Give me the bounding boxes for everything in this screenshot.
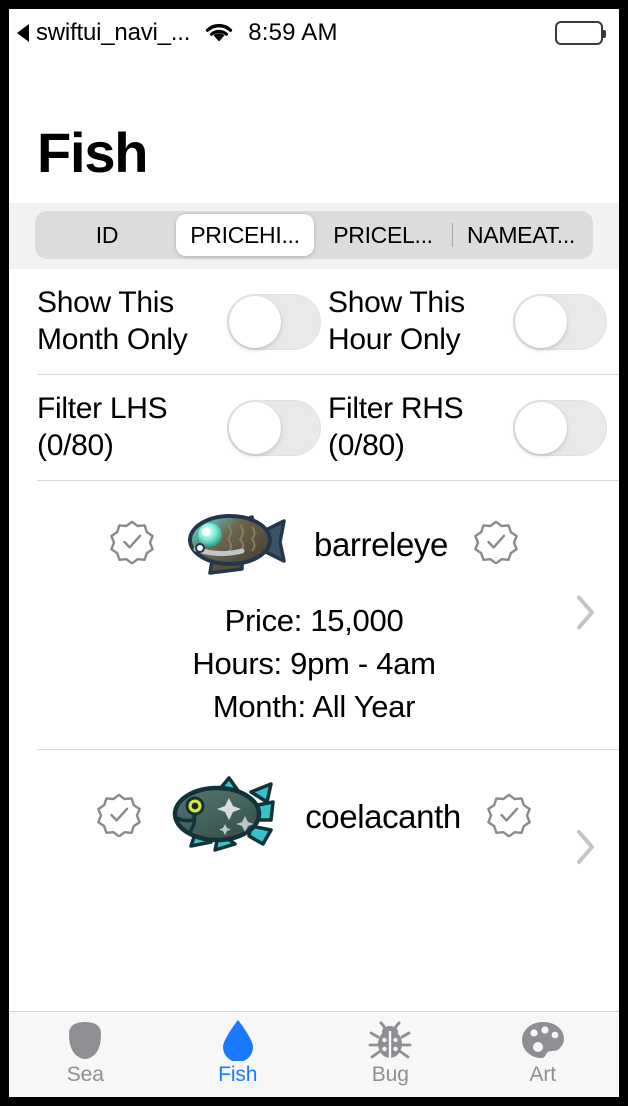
status-bar-back-link[interactable]: swiftui_navi_...: [17, 19, 190, 47]
device-frame: swiftui_navi_... 8:59 AM Fish ID PRICEHI…: [0, 0, 628, 1106]
status-bar-time: 8:59 AM: [248, 19, 338, 46]
tab-bar: Sea Fish Bug Art: [9, 1011, 619, 1097]
rosette-check-icon[interactable]: [110, 520, 154, 569]
status-bar-app-name: swiftui_navi_...: [36, 19, 191, 46]
page-title: Fish: [37, 121, 149, 184]
filter-cell-show-this-month-only: Show This Month Only: [37, 285, 328, 358]
segment-pricelo[interactable]: PRICEL...: [314, 214, 452, 256]
barreleye-fish-image: [180, 507, 288, 582]
filter-cell-filter-rhs: Filter RHS (0/80): [328, 391, 619, 464]
tab-bug[interactable]: Bug: [314, 1020, 467, 1087]
wifi-icon: [204, 22, 234, 44]
sea-creature-icon: [57, 1020, 113, 1060]
segment-pricehi[interactable]: PRICEHI...: [176, 214, 314, 256]
toggle-knob: [515, 295, 567, 348]
ladybug-icon: [368, 1020, 412, 1060]
tab-sea[interactable]: Sea: [9, 1020, 162, 1087]
battery-full-icon: [555, 21, 606, 45]
filter-rhs-label: Filter RHS (0/80): [328, 392, 464, 462]
filter-lhs-label: Filter LHS (0/80): [37, 392, 168, 462]
segment-id[interactable]: ID: [38, 214, 176, 256]
rosette-check-icon[interactable]: [474, 520, 518, 569]
title-area: Fish: [9, 57, 619, 203]
filter-rhs-toggle[interactable]: [513, 399, 607, 456]
filter-lhs-toggle[interactable]: [227, 399, 321, 456]
filter-cell-filter-lhs: Filter LHS (0/80): [37, 391, 328, 464]
back-triangle-icon: [17, 24, 29, 42]
rosette-check-icon[interactable]: [97, 793, 141, 842]
paint-palette-icon: [520, 1020, 566, 1060]
segmented-control-band: ID PRICEHI... PRICEL... NAMEAT...: [9, 203, 619, 269]
list-item-name: barreleye: [314, 525, 448, 563]
list-item-name: coelacanth: [305, 798, 461, 836]
toggle-knob: [229, 401, 281, 454]
list-item[interactable]: barreleye Price: 15,000 Hours: 9pm - 4am…: [9, 481, 619, 748]
chevron-right-icon[interactable]: [575, 828, 597, 871]
tab-label-sea: Sea: [66, 1063, 104, 1086]
app-screen: swiftui_navi_... 8:59 AM Fish ID PRICEHI…: [9, 9, 619, 1097]
tab-label-bug: Bug: [371, 1063, 409, 1086]
status-bar: swiftui_navi_... 8:59 AM: [9, 9, 619, 57]
sort-segmented-control[interactable]: ID PRICEHI... PRICEL... NAMEAT...: [35, 211, 593, 259]
water-drop-icon: [218, 1020, 258, 1061]
list-item-price: Price: 15,000: [224, 603, 404, 639]
content-scroll-area[interactable]: Show This Month Only Show This Hour Only…: [9, 269, 619, 1011]
list-item-hours: Hours: 9pm - 4am: [192, 646, 436, 682]
chevron-right-icon[interactable]: [575, 594, 597, 637]
filter-row-month-hour: Show This Month Only Show This Hour Only: [9, 269, 619, 374]
rosette-check-icon[interactable]: [487, 793, 531, 842]
segment-nameatoz[interactable]: NAMEAT...: [452, 214, 590, 256]
tab-label-art: Art: [529, 1063, 557, 1086]
filter-cell-show-this-hour-only: Show This Hour Only: [328, 285, 619, 358]
list-item-header: coelacanth: [9, 775, 619, 859]
list-item-month: Month: All Year: [212, 688, 416, 724]
filter-row-lhs-rhs: Filter LHS (0/80) Filter RHS (0/80): [9, 375, 619, 480]
coelacanth-fish-image: [167, 775, 279, 859]
show-this-month-only-label: Show This Month Only: [37, 286, 188, 356]
list-item-details: Price: 15,000 Hours: 9pm - 4am Month: Al…: [9, 600, 619, 728]
toggle-knob: [515, 401, 567, 454]
toggle-knob: [229, 295, 281, 348]
list-item[interactable]: coelacanth: [9, 750, 619, 879]
tab-art[interactable]: Art: [467, 1020, 620, 1087]
show-this-hour-only-toggle[interactable]: [513, 293, 607, 350]
tab-label-fish: Fish: [218, 1063, 258, 1086]
show-this-hour-only-label: Show This Hour Only: [328, 286, 465, 356]
status-bar-right: [555, 21, 606, 45]
show-this-month-only-toggle[interactable]: [227, 293, 321, 350]
tab-fish[interactable]: Fish: [162, 1020, 315, 1087]
list-item-header: barreleye: [9, 507, 619, 582]
